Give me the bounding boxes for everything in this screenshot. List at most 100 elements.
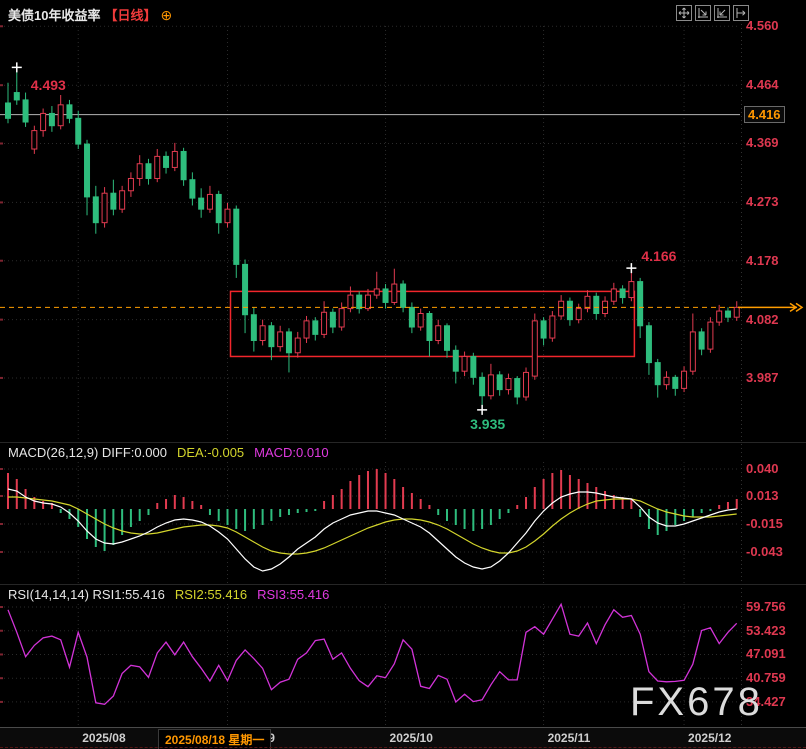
macd-diff-value: MACD(26,12,9) DIFF:0.000 — [8, 445, 167, 460]
panel-divider — [0, 442, 806, 443]
rsi-tick: 59.756 — [746, 599, 786, 614]
high-price-label: 4.493 — [31, 77, 66, 93]
candle-body — [234, 209, 239, 264]
candle-body — [550, 316, 555, 338]
watermark: FX678 — [630, 680, 763, 725]
panel-divider — [0, 584, 806, 585]
macd-bar — [516, 505, 518, 509]
price-tick: 4.273 — [746, 194, 779, 209]
macd-bar — [534, 487, 536, 509]
macd-bar — [332, 495, 334, 509]
macd-bar — [279, 509, 281, 517]
axis-tick-mark — [0, 377, 3, 379]
macd-bar — [674, 509, 676, 525]
candle-body — [225, 209, 230, 223]
chart-canvas[interactable] — [0, 0, 806, 749]
candle-body — [629, 282, 634, 298]
macd-bar — [683, 509, 685, 521]
macd-bar — [200, 505, 202, 509]
macd-bar — [499, 509, 501, 519]
candle-body — [155, 156, 160, 178]
macd-bar — [183, 497, 185, 509]
candle-body — [260, 326, 265, 341]
macd-bar — [507, 509, 509, 513]
candle-body — [269, 326, 274, 347]
time-axis[interactable]: 2025/082025/092025/102025/112025/12 2025… — [0, 727, 806, 749]
macd-tick: -0.043 — [746, 544, 783, 559]
candle-body — [673, 377, 678, 388]
box-zoom-out-icon[interactable] — [714, 5, 730, 21]
candle-body — [313, 321, 318, 335]
candle-body — [690, 332, 695, 371]
candle-body — [374, 289, 379, 295]
candle-body — [638, 282, 643, 326]
macd-bar — [578, 479, 580, 509]
candle-body — [41, 113, 46, 130]
macd-bar — [446, 509, 448, 521]
time-axis-label: 2025/10 — [390, 731, 433, 745]
macd-bar — [349, 481, 351, 509]
candle-body — [585, 296, 590, 308]
candle-body — [278, 332, 283, 347]
candle-body — [295, 338, 300, 353]
window-bottom-edge — [0, 747, 806, 748]
candle-body — [207, 194, 212, 209]
candle-body — [251, 315, 256, 341]
candle-body — [330, 312, 335, 327]
candle-body — [427, 314, 432, 341]
rsi-panel-label: RSI(14,14,14) RSI1:55.416 RSI2:55.416 RSI3… — [8, 587, 329, 602]
macd-bar — [147, 509, 149, 515]
axis-tick-mark — [0, 523, 3, 525]
axis-tick-mark — [0, 201, 3, 203]
candle-body — [76, 118, 81, 144]
macd-bar — [481, 509, 483, 529]
candle-body — [172, 151, 177, 167]
macd-bar — [306, 509, 308, 512]
axis-tick-mark — [0, 701, 3, 703]
macd-bar — [639, 509, 641, 517]
candle-body — [23, 100, 28, 122]
candle-body — [392, 284, 397, 302]
macd-bar — [270, 509, 272, 521]
axis-tick-mark — [0, 84, 3, 86]
candle-body — [620, 289, 625, 298]
scroll-right-icon[interactable] — [733, 5, 749, 21]
axis-tick-mark — [0, 653, 3, 655]
chart-title: 美债10年收益率 【日线】 ⊕ — [8, 5, 172, 24]
macd-bar — [191, 501, 193, 509]
macd-bar — [385, 473, 387, 509]
macd-bar — [367, 471, 369, 509]
macd-bar — [227, 509, 229, 525]
time-axis-label: 2025/12 — [688, 731, 731, 745]
swing-high-label: 4.166 — [641, 248, 676, 264]
rsi3-value: RSI3:55.416 — [257, 587, 329, 602]
axis-tick-mark — [0, 319, 3, 321]
candle-body — [348, 295, 353, 309]
add-indicator-icon[interactable]: ⊕ — [160, 8, 172, 22]
axis-tick-mark — [0, 468, 3, 470]
rsi1-value: RSI(14,14,14) RSI1:55.416 — [8, 587, 165, 602]
candle-body — [199, 198, 204, 209]
box-zoom-in-icon[interactable] — [695, 5, 711, 21]
candle-body — [164, 156, 169, 167]
axis-tick-mark — [0, 260, 3, 262]
candle-body — [322, 312, 327, 334]
candle-body — [120, 191, 125, 209]
macd-bar — [736, 499, 738, 509]
candle-body — [111, 193, 116, 209]
low-price-label: 3.935 — [470, 416, 505, 432]
candle-body — [594, 296, 599, 313]
candle-body — [471, 356, 476, 377]
candle-body — [137, 164, 142, 179]
candle-body — [190, 180, 195, 198]
rsi2-value: RSI2:55.416 — [175, 587, 247, 602]
candle-body — [559, 301, 564, 316]
pan-icon[interactable] — [676, 5, 692, 21]
candle-body — [14, 93, 19, 100]
candle-body — [93, 197, 98, 223]
macd-bar — [709, 509, 711, 511]
candle-body — [717, 311, 722, 322]
candle-body — [445, 326, 450, 351]
candle-body — [488, 375, 493, 396]
macd-bar — [630, 499, 632, 509]
